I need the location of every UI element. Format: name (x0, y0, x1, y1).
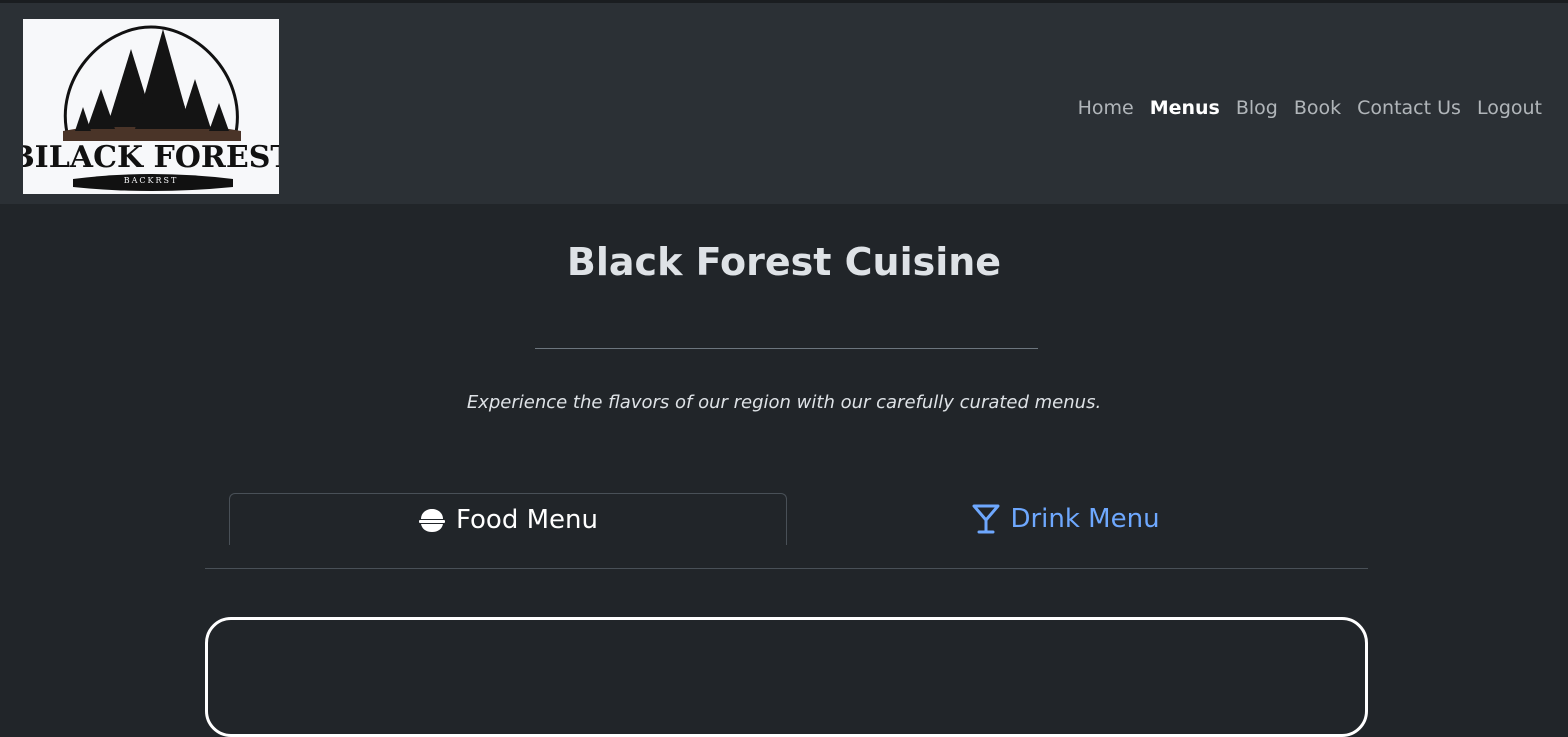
brand-logo[interactable]: BILACK FOREST BACKRST (23, 19, 279, 194)
page-title: Black Forest Cuisine (566, 240, 1002, 284)
tab-drink-menu-label: Drink Menu (1010, 504, 1160, 534)
tab-food-menu[interactable]: Food Menu (229, 493, 787, 545)
logo-wordmark: BILACK FOREST (23, 140, 279, 175)
page-subtitle: Experience the flavors of our region wit… (466, 392, 1102, 413)
tab-drink-menu[interactable]: Drink Menu (787, 493, 1345, 545)
main-nav: Home Menus Blog Book Contact Us Logout (1070, 94, 1542, 122)
menu-content-card (205, 617, 1368, 737)
tab-food-menu-label: Food Menu (456, 504, 598, 535)
logo-graphic: BILACK FOREST BACKRST (23, 25, 279, 191)
logo-subtext: BACKRST (124, 176, 179, 185)
nav-contact-us[interactable]: Contact Us (1349, 94, 1469, 122)
title-divider (535, 348, 1038, 349)
martini-glass-icon (972, 504, 1000, 534)
bowl-food-icon (418, 507, 446, 533)
nav-logout[interactable]: Logout (1469, 94, 1542, 122)
nav-blog[interactable]: Blog (1228, 94, 1286, 122)
nav-menus[interactable]: Menus (1142, 94, 1228, 122)
menu-tabs: Food Menu Drink Menu (205, 493, 1368, 569)
nav-home[interactable]: Home (1070, 94, 1142, 122)
navbar: BILACK FOREST BACKRST Home Menus Blog Bo… (0, 0, 1568, 204)
nav-book[interactable]: Book (1286, 94, 1349, 122)
